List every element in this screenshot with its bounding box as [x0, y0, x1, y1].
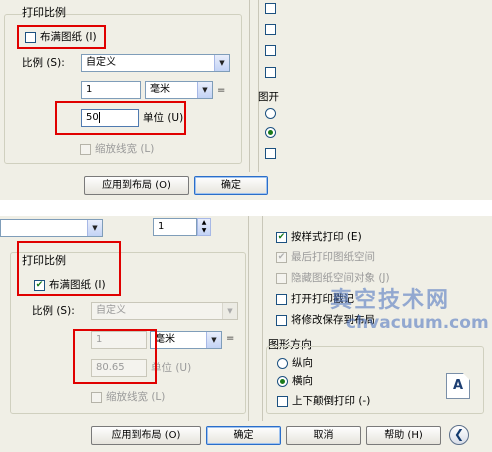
landscape-radio[interactable]: [277, 376, 288, 387]
landscape-label: 横向: [292, 375, 313, 387]
option-paperspace-last-checkbox[interactable]: ✔: [276, 252, 287, 263]
top-equals-icon: =: [217, 85, 226, 96]
bottom-unit-value: 毫米: [155, 334, 175, 345]
bottom-scale-lineweights-label: 缩放线宽 (L): [106, 391, 166, 403]
bottom-ok-button[interactable]: 确定: [206, 426, 281, 445]
top-highlight-fit-paper: [17, 25, 106, 49]
bottom-top-left-select[interactable]: ▼: [0, 219, 103, 237]
option-plot-with-styles-checkbox[interactable]: ✔: [276, 232, 287, 243]
bottom-divider-2: [262, 216, 263, 421]
top-scale-select[interactable]: 自定义 ▼: [81, 54, 230, 72]
top-highlight-unit: [55, 101, 186, 135]
top-right-checkbox-1[interactable]: [265, 3, 276, 14]
bottom-unit-select[interactable]: 毫米 ▼: [150, 331, 222, 349]
watermark-title: 真空技术网: [330, 287, 451, 313]
bottom-unit-dropdown-icon[interactable]: ▼: [206, 332, 221, 348]
top-section-title: 打印比例: [22, 6, 66, 19]
bottom-cancel-button[interactable]: 取消: [286, 426, 361, 445]
top-divider: [249, 0, 250, 172]
top-right-checkbox-2[interactable]: [265, 24, 276, 35]
image-gap: [0, 200, 492, 216]
top-right-checkbox-4[interactable]: [265, 67, 276, 78]
bottom-scale-value: 自定义: [96, 305, 126, 316]
bottom-scale-dropdown-icon[interactable]: ▼: [222, 303, 237, 319]
portrait-label: 纵向: [292, 357, 313, 369]
top-scale-lineweights-checkbox[interactable]: [80, 144, 91, 155]
top-unit-value: 毫米: [150, 84, 170, 95]
checkmark-icon: ✔: [277, 232, 286, 242]
paper-a-icon: A: [446, 373, 470, 399]
spinner-arrows-icon[interactable]: ▲ ▼: [197, 218, 211, 236]
top-right-radio-2[interactable]: [265, 127, 276, 138]
top-scale-value: 自定义: [86, 57, 116, 68]
bottom-apply-layout-button[interactable]: 应用到布局 (O): [91, 426, 201, 445]
top-scale-dropdown-icon[interactable]: ▼: [214, 55, 229, 71]
orientation-letter: A: [453, 378, 464, 393]
bottom-copies-input[interactable]: 1: [153, 218, 197, 236]
watermark-url: chvacuum.com: [346, 313, 489, 333]
top-unit-select[interactable]: 毫米 ▼: [145, 81, 213, 99]
bottom-scale-label: 比例 (S):: [32, 305, 75, 317]
option-paperspace-last-label: 最后打印图纸空间: [291, 251, 375, 263]
bottom-divider-1: [248, 216, 249, 421]
top-right-panel-edge: [258, 0, 259, 172]
option-plot-stamp-checkbox[interactable]: [276, 294, 287, 305]
top-right-orientation-label: 图开: [258, 91, 279, 103]
upside-down-checkbox[interactable]: [277, 396, 288, 407]
top-right-radio-1[interactable]: [265, 108, 276, 119]
top-value1-input[interactable]: 1: [81, 81, 141, 99]
top-apply-layout-button[interactable]: 应用到布局 (O): [84, 176, 189, 195]
bottom-help-button[interactable]: 帮助 (H): [366, 426, 441, 445]
top-ok-button[interactable]: 确定: [194, 176, 268, 195]
top-scale-label: 比例 (S):: [22, 57, 65, 69]
checkmark-icon: ✔: [277, 252, 286, 262]
option-plot-with-styles-label: 按样式打印 (E): [291, 231, 362, 243]
bottom-unit-label: 单位 (U): [151, 362, 192, 374]
top-unit-dropdown-icon[interactable]: ▼: [197, 82, 212, 98]
top-scale-lineweights-label: 缩放线宽 (L): [95, 143, 155, 155]
upside-down-label: 上下颠倒打印 (-): [292, 395, 371, 407]
option-save-layout-checkbox[interactable]: [276, 315, 287, 326]
top-right-checkbox-3[interactable]: [265, 45, 276, 56]
bottom-highlight-fit-paper: [17, 241, 121, 296]
bottom-top-left-dropdown-icon[interactable]: ▼: [87, 220, 102, 236]
bottom-equals-icon: =: [226, 333, 235, 344]
bottom-scale-lineweights-checkbox[interactable]: [91, 392, 102, 403]
option-hide-objects-checkbox[interactable]: [276, 273, 287, 284]
top-right-checkbox-5[interactable]: [265, 148, 276, 159]
chevron-left-icon[interactable]: ❮: [449, 425, 469, 445]
portrait-radio[interactable]: [277, 358, 288, 369]
bottom-highlight-unit: [73, 329, 157, 384]
bottom-scale-select[interactable]: 自定义 ▼: [91, 302, 238, 320]
